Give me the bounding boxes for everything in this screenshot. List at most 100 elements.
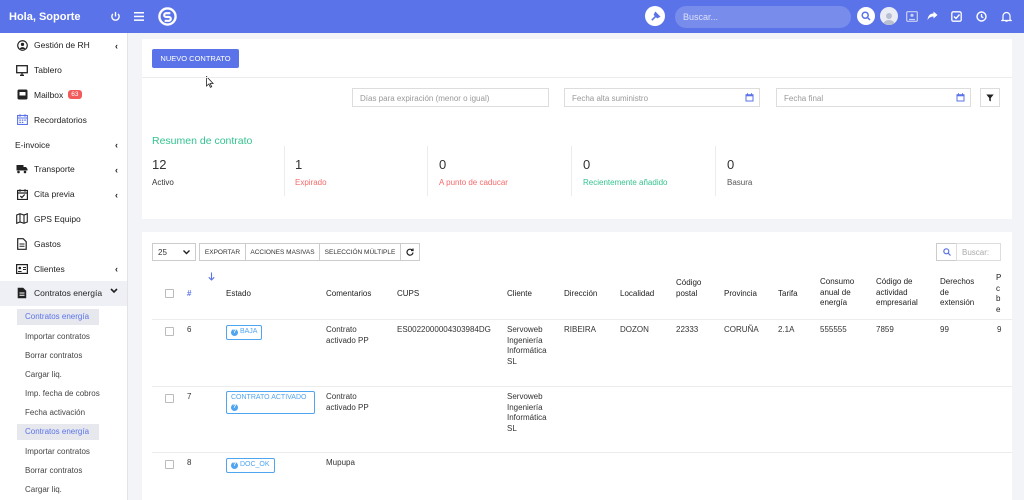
submenu-item-borrar-contratos[interactable]: Borrar contratos: [0, 346, 127, 365]
sidebar-item-cita-previa[interactable]: Cita previa ‹: [0, 182, 127, 207]
sidebar-item-transporte[interactable]: Transporte ‹: [0, 157, 127, 182]
column-header-comentarios[interactable]: Comentarios: [326, 289, 371, 300]
chevron-left-icon: ‹: [115, 41, 118, 51]
avatar[interactable]: [880, 7, 898, 25]
sidebar-item-clientes[interactable]: Clientes ‹: [0, 256, 127, 281]
column-header-id[interactable]: #: [187, 289, 191, 300]
submenu-item-cargar-liq[interactable]: Cargar liq.: [0, 365, 127, 384]
select-all-checkbox[interactable]: [165, 289, 174, 298]
sort-arrow-icon[interactable]: [208, 272, 215, 283]
row-checkbox[interactable]: [165, 460, 174, 469]
cell-id: 6: [187, 325, 192, 334]
end-date-input[interactable]: Fecha final: [776, 88, 952, 107]
column-header-localidad[interactable]: Localidad: [620, 289, 654, 300]
search-icon: [942, 248, 951, 256]
status-badge[interactable]: ? BAJA: [226, 325, 263, 340]
cell-cliente: Servoweb Ingeniería Informática SL: [507, 392, 547, 433]
sidebar-item-label: Recordatorios: [34, 114, 87, 125]
column-header-estado[interactable]: Estado: [226, 289, 251, 300]
submenu-item-contratos-energia[interactable]: Contratos energía: [17, 308, 99, 325]
filter-button[interactable]: [980, 88, 1000, 107]
submenu-item-importar-contratos[interactable]: Importar contratos: [0, 327, 127, 346]
chevron-down-icon: [183, 249, 190, 254]
sidebar-item-contratos-energia[interactable]: Contratos energía: [0, 280, 127, 306]
cell-localidad: DOZON: [620, 325, 649, 334]
column-header-direccion[interactable]: Dirección: [564, 289, 597, 300]
help-icon: ?: [231, 329, 238, 336]
sidebar-item-gestion-rh[interactable]: Gestión de RH ‹: [0, 33, 127, 58]
row-checkbox[interactable]: [165, 327, 174, 336]
sidebar-item-label: Contratos energía: [34, 288, 103, 299]
cell-consumo: 555555: [820, 325, 847, 334]
sidebar-item-label: GPS Equipo: [34, 213, 81, 224]
table-search-button[interactable]: [936, 243, 957, 261]
column-header-cups[interactable]: CUPS: [397, 289, 419, 300]
power-icon[interactable]: [108, 9, 122, 23]
submenu-item-contratos-energia-2[interactable]: Contratos energía: [17, 423, 99, 440]
column-header-codigo-postal[interactable]: Código postal: [676, 278, 708, 299]
clock-icon[interactable]: [974, 9, 988, 23]
sidebar-item-e-invoice[interactable]: E-invoice ‹: [0, 132, 127, 157]
search-input[interactable]: Buscar...: [675, 6, 851, 28]
submenu-item-importar-contratos-2[interactable]: Importar contratos: [0, 442, 127, 461]
column-header-provincia[interactable]: Provincia: [724, 289, 757, 300]
new-contract-button[interactable]: NUEVO CONTRATO: [152, 49, 239, 68]
row-checkbox[interactable]: [165, 394, 174, 403]
cell-extra: 9: [997, 325, 1002, 334]
cell-codigo-postal: 22333: [676, 325, 699, 334]
submenu-item-fecha-activacion[interactable]: Fecha activación: [0, 403, 127, 422]
chevron-left-icon: ‹: [115, 264, 118, 275]
id-card-icon: [16, 263, 28, 275]
cell-cups: ES0022000004303984DG: [397, 325, 491, 334]
submenu-item-borrar-contratos-2[interactable]: Borrar contratos: [0, 461, 127, 480]
stat-trash: 0 Basura: [717, 146, 860, 196]
sidebar-item-label: E-invoice: [15, 139, 50, 150]
mailbox-count-badge: 63: [68, 90, 82, 100]
search-icon[interactable]: [857, 7, 875, 25]
column-header-derechos[interactable]: Derechos de extensión: [940, 277, 982, 309]
column-header-cliente[interactable]: Cliente: [507, 289, 532, 300]
sidebar-item-mailbox[interactable]: Mailbox 63: [0, 83, 127, 108]
refresh-button[interactable]: [400, 243, 420, 261]
status-badge[interactable]: CONTRATO ACTIVADO ?: [226, 391, 315, 414]
greeting-text: Hola, Soporte: [9, 11, 81, 23]
stat-label: Basura: [727, 178, 753, 187]
sidebar-item-tablero[interactable]: Tablero: [0, 58, 127, 83]
help-icon: ?: [231, 462, 238, 469]
chevron-left-icon: ‹: [115, 189, 118, 200]
calendar-icon[interactable]: [740, 88, 760, 107]
column-header-tarifa[interactable]: Tarifa: [778, 289, 798, 300]
table-search-input[interactable]: Buscar:: [956, 243, 1001, 261]
sidebar-item-label: Clientes: [34, 263, 65, 274]
id-card-icon[interactable]: [905, 9, 919, 23]
start-date-input[interactable]: Fecha alta suministro: [564, 88, 741, 107]
menu-icon[interactable]: [132, 9, 146, 23]
submenu-item-imp-fecha-cobros[interactable]: Imp. fecha de cobros: [0, 384, 127, 403]
bulk-actions-button[interactable]: ACCIONES MASIVAS: [245, 243, 320, 261]
cell-comentarios: Contrato activado PP: [326, 325, 369, 345]
sidebar-item-label: Gastos: [34, 238, 61, 249]
stat-value: 0: [727, 157, 735, 172]
checkbox-icon[interactable]: [949, 9, 963, 23]
column-header-actividad[interactable]: Código de actividad empresarial: [876, 277, 926, 309]
status-badge[interactable]: ? DOC_OK: [226, 458, 275, 473]
calendar-icon[interactable]: [951, 88, 971, 107]
page-size-select[interactable]: 25: [152, 243, 196, 261]
sidebar-item-recordatorios[interactable]: Recordatorios: [0, 107, 127, 132]
export-button[interactable]: EXPORTAR: [199, 243, 246, 261]
column-header-extra[interactable]: P c b e: [996, 273, 1002, 315]
logo[interactable]: [158, 7, 177, 26]
submenu-item-cargar-liq-2[interactable]: Cargar liq.: [0, 480, 127, 499]
cell-id: 7: [187, 392, 192, 401]
stat-value: 1: [295, 157, 303, 172]
sidebar-item-gps-equipo[interactable]: GPS Equipo: [0, 207, 127, 232]
expiration-days-input[interactable]: Días para expiración (menor o igual): [352, 88, 549, 107]
truck-icon: [16, 163, 28, 175]
status-label: BAJA: [239, 328, 258, 335]
multi-select-button[interactable]: SELECCIÓN MÚLTIPLE: [319, 243, 401, 261]
tools-icon[interactable]: [645, 6, 665, 26]
sidebar-item-gastos[interactable]: Gastos: [0, 231, 127, 256]
bell-icon[interactable]: [999, 9, 1013, 23]
share-icon[interactable]: [925, 9, 939, 23]
column-header-consumo[interactable]: Consumo anual de energía: [820, 277, 866, 309]
